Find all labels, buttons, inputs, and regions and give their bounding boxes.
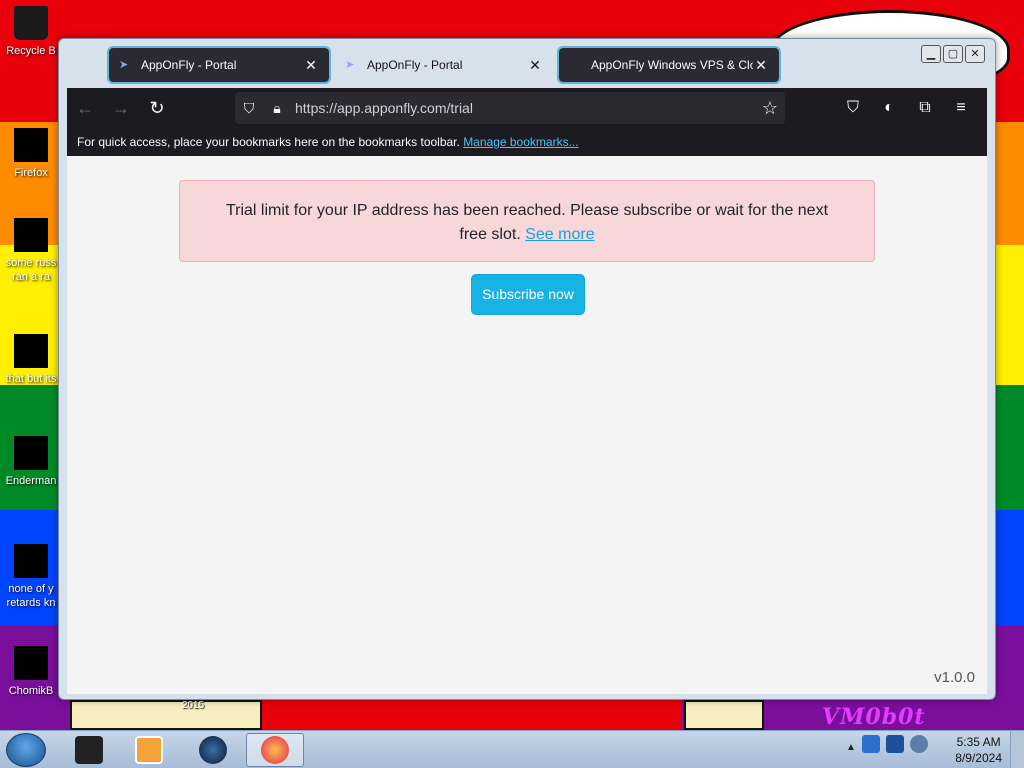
tab-close-button[interactable]: ✕: [527, 57, 543, 74]
close-window-button[interactable]: ✕: [965, 45, 985, 63]
wallpaper-cartoon-left: [70, 700, 262, 730]
toolbar-right-actions: ⛉ ◐ ⧉ ≡: [835, 90, 979, 126]
network-icon[interactable]: [886, 735, 904, 753]
desktop-icon-recycle-bin[interactable]: Recycle B: [0, 6, 62, 58]
taskbar-clock[interactable]: 5:35 AM 8/9/2024: [955, 734, 1002, 766]
bookmarks-hint: For quick access, place your bookmarks h…: [77, 135, 464, 149]
system-tray: [862, 735, 928, 753]
show-hidden-icons-icon[interactable]: ▲: [846, 742, 856, 753]
address-bar[interactable]: ⛉ 🔒︎ https://app.apponfly.com/trial ☆: [235, 92, 785, 124]
taskbar-item-app1[interactable]: [60, 733, 118, 767]
file-icon: [14, 436, 48, 470]
tracking-shield-icon[interactable]: ⛉: [235, 100, 263, 117]
firefox-icon: [14, 128, 48, 162]
clock-time: 5:35 AM: [956, 735, 1001, 749]
desktop-icon-enderman[interactable]: Enderman: [0, 436, 62, 488]
desktop-icon-label: none of y: [8, 583, 54, 595]
wallpaper-watermark: VM0b0t: [822, 704, 926, 730]
window-controls: ▁ ▢ ✕: [921, 45, 985, 63]
minimize-button[interactable]: ▁: [921, 45, 941, 63]
desktop-icon-chomikb[interactable]: ChomikB: [0, 646, 62, 698]
browser-window: ➤ AppOnFly - Portal ✕ ➤ AppOnFly - Porta…: [58, 38, 996, 700]
tab-title: AppOnFly - Portal: [141, 58, 237, 72]
forward-button[interactable]: →: [103, 90, 139, 126]
bookmarks-toolbar: For quick access, place your bookmarks h…: [67, 128, 987, 156]
tab-close-button[interactable]: ✕: [753, 57, 769, 74]
desktop-icon-label: ChomikB: [8, 685, 54, 697]
desktop-icon-label: some russ: [5, 257, 57, 269]
send-icon: ➤: [345, 59, 355, 71]
trial-limit-alert: Trial limit for your IP address has been…: [179, 180, 875, 262]
file-icon: [14, 334, 48, 368]
taskbar-item-media-player[interactable]: [120, 733, 178, 767]
file-icon: [14, 646, 48, 680]
tab-title: AppOnFly Windows VPS & Clo: [591, 58, 753, 72]
page-content: Trial limit for your IP address has been…: [67, 156, 987, 694]
tab-apponfly-portal-2[interactable]: ➤ AppOnFly - Portal ✕: [335, 48, 553, 82]
url-text[interactable]: https://app.apponfly.com/trial: [295, 100, 755, 116]
desktop-icon-label: Enderman: [5, 475, 57, 487]
desktop-icon-some-russ[interactable]: some russ ran a ra: [0, 218, 62, 284]
send-icon: ➤: [119, 59, 129, 71]
taskbar-item-firefox[interactable]: [246, 733, 304, 767]
tab-apponfly-portal-1[interactable]: ➤ AppOnFly - Portal ✕: [107, 46, 331, 84]
tab-strip: ➤ AppOnFly - Portal ✕ ➤ AppOnFly - Porta…: [59, 39, 995, 88]
menu-icon[interactable]: ≡: [943, 90, 979, 126]
subscribe-now-button[interactable]: Subscribe now: [471, 274, 585, 315]
tab-apponfly-windows-vps[interactable]: AppOnFly Windows VPS & Clo ✕: [557, 46, 781, 84]
wallpaper-band: [262, 700, 682, 730]
desktop-icon-label-line2: retards kn: [6, 597, 56, 609]
media-player-icon: [135, 736, 163, 764]
desktop-icon-label: Recycle B: [6, 45, 56, 57]
taskbar: ▲ 5:35 AM 8/9/2024: [0, 730, 1024, 768]
show-desktop-button[interactable]: [1010, 731, 1024, 768]
see-more-link[interactable]: See more: [525, 226, 594, 243]
tray-app-icon[interactable]: [862, 735, 880, 753]
navigation-toolbar: ← → ↻ ⛉ 🔒︎ https://app.apponfly.com/tria…: [67, 88, 987, 128]
bookmark-star-icon[interactable]: ☆: [755, 98, 785, 119]
desktop-icon-firefox[interactable]: Firefox: [0, 128, 62, 180]
volume-icon[interactable]: [910, 735, 928, 753]
start-button[interactable]: [6, 733, 46, 767]
manage-bookmarks-link[interactable]: Manage bookmarks...: [463, 135, 578, 149]
firefox-icon: [261, 736, 289, 764]
lock-icon[interactable]: 🔒︎: [263, 100, 291, 117]
desktop-icon-none-of-y[interactable]: none of y retards kn: [0, 544, 62, 610]
black-box-icon: [75, 736, 103, 764]
desktop-icon-label-line2: ran a ra: [12, 271, 50, 283]
globe-icon: [199, 736, 227, 764]
tab-title: AppOnFly - Portal: [367, 58, 463, 72]
tab-close-button[interactable]: ✕: [303, 57, 319, 74]
wallpaper-year: 2015: [182, 700, 205, 711]
desktop-icon-label: Firefox: [14, 167, 48, 179]
wallpaper-cartoon-right: [684, 700, 764, 730]
recycle-bin-icon: [14, 6, 48, 40]
back-button[interactable]: ←: [67, 90, 103, 126]
pocket-icon[interactable]: ⛉: [835, 90, 871, 126]
taskbar-item-app3[interactable]: [184, 733, 242, 767]
reload-button[interactable]: ↻: [139, 90, 175, 126]
loading-icon: [569, 58, 583, 72]
desktop-icon-label: that but its: [5, 373, 57, 385]
file-icon: [14, 544, 48, 578]
file-icon: [14, 218, 48, 252]
maximize-button[interactable]: ▢: [943, 45, 963, 63]
clock-date: 8/9/2024: [955, 751, 1002, 765]
extensions-icon[interactable]: ⧉: [907, 90, 943, 126]
version-label: v1.0.0: [934, 669, 975, 686]
account-icon[interactable]: ◐: [871, 90, 907, 126]
desktop-icon-that-but[interactable]: that but its: [0, 334, 62, 386]
